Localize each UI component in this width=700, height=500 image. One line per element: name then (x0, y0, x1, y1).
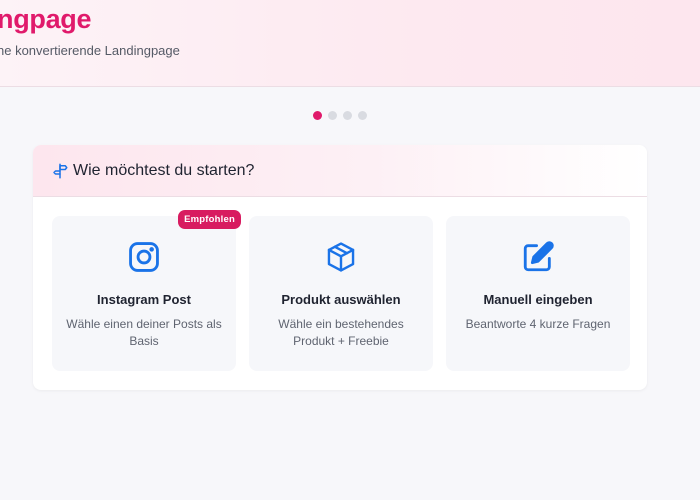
step-dot-4[interactable] (358, 111, 367, 120)
option-title: Instagram Post (97, 292, 191, 307)
edit-icon (521, 240, 555, 274)
option-description: Wähle einen deiner Posts als Basis (66, 317, 222, 348)
page-title: ngpage (0, 4, 92, 34)
page-subtitle: ne konvertierende Landingpage (0, 43, 180, 58)
signpost-icon (51, 162, 69, 180)
package-icon (324, 240, 358, 274)
option-title: Manuell eingeben (483, 292, 593, 307)
step-indicator (313, 111, 367, 120)
step-dot-1[interactable] (313, 111, 322, 120)
page-header: ngpage ne konvertierende Landingpage (0, 0, 700, 87)
step-dot-2[interactable] (328, 111, 337, 120)
recommended-badge: Empfohlen (178, 210, 241, 229)
start-card: Wie möchtest du starten? Empfohlen Insta… (33, 145, 647, 390)
option-instagram-post[interactable]: Empfohlen Instagram Post Wähle einen dei… (52, 210, 241, 371)
start-options: Empfohlen Instagram Post Wähle einen dei… (52, 210, 630, 371)
option-description: Beantworte 4 kurze Fragen (465, 317, 611, 331)
option-description: Wähle ein bestehendes Produkt + Freebie (278, 317, 404, 348)
step-dot-3[interactable] (343, 111, 352, 120)
option-title: Produkt auswählen (281, 292, 401, 307)
start-card-title: Wie möchtest du starten? (73, 161, 255, 179)
instagram-icon (127, 240, 161, 274)
option-manual-entry[interactable]: Manuell eingeben Beantworte 4 kurze Frag… (446, 216, 630, 371)
option-select-product[interactable]: Produkt auswählen Wähle ein bestehendes … (249, 216, 433, 371)
start-card-header: Wie möchtest du starten? (33, 145, 647, 197)
